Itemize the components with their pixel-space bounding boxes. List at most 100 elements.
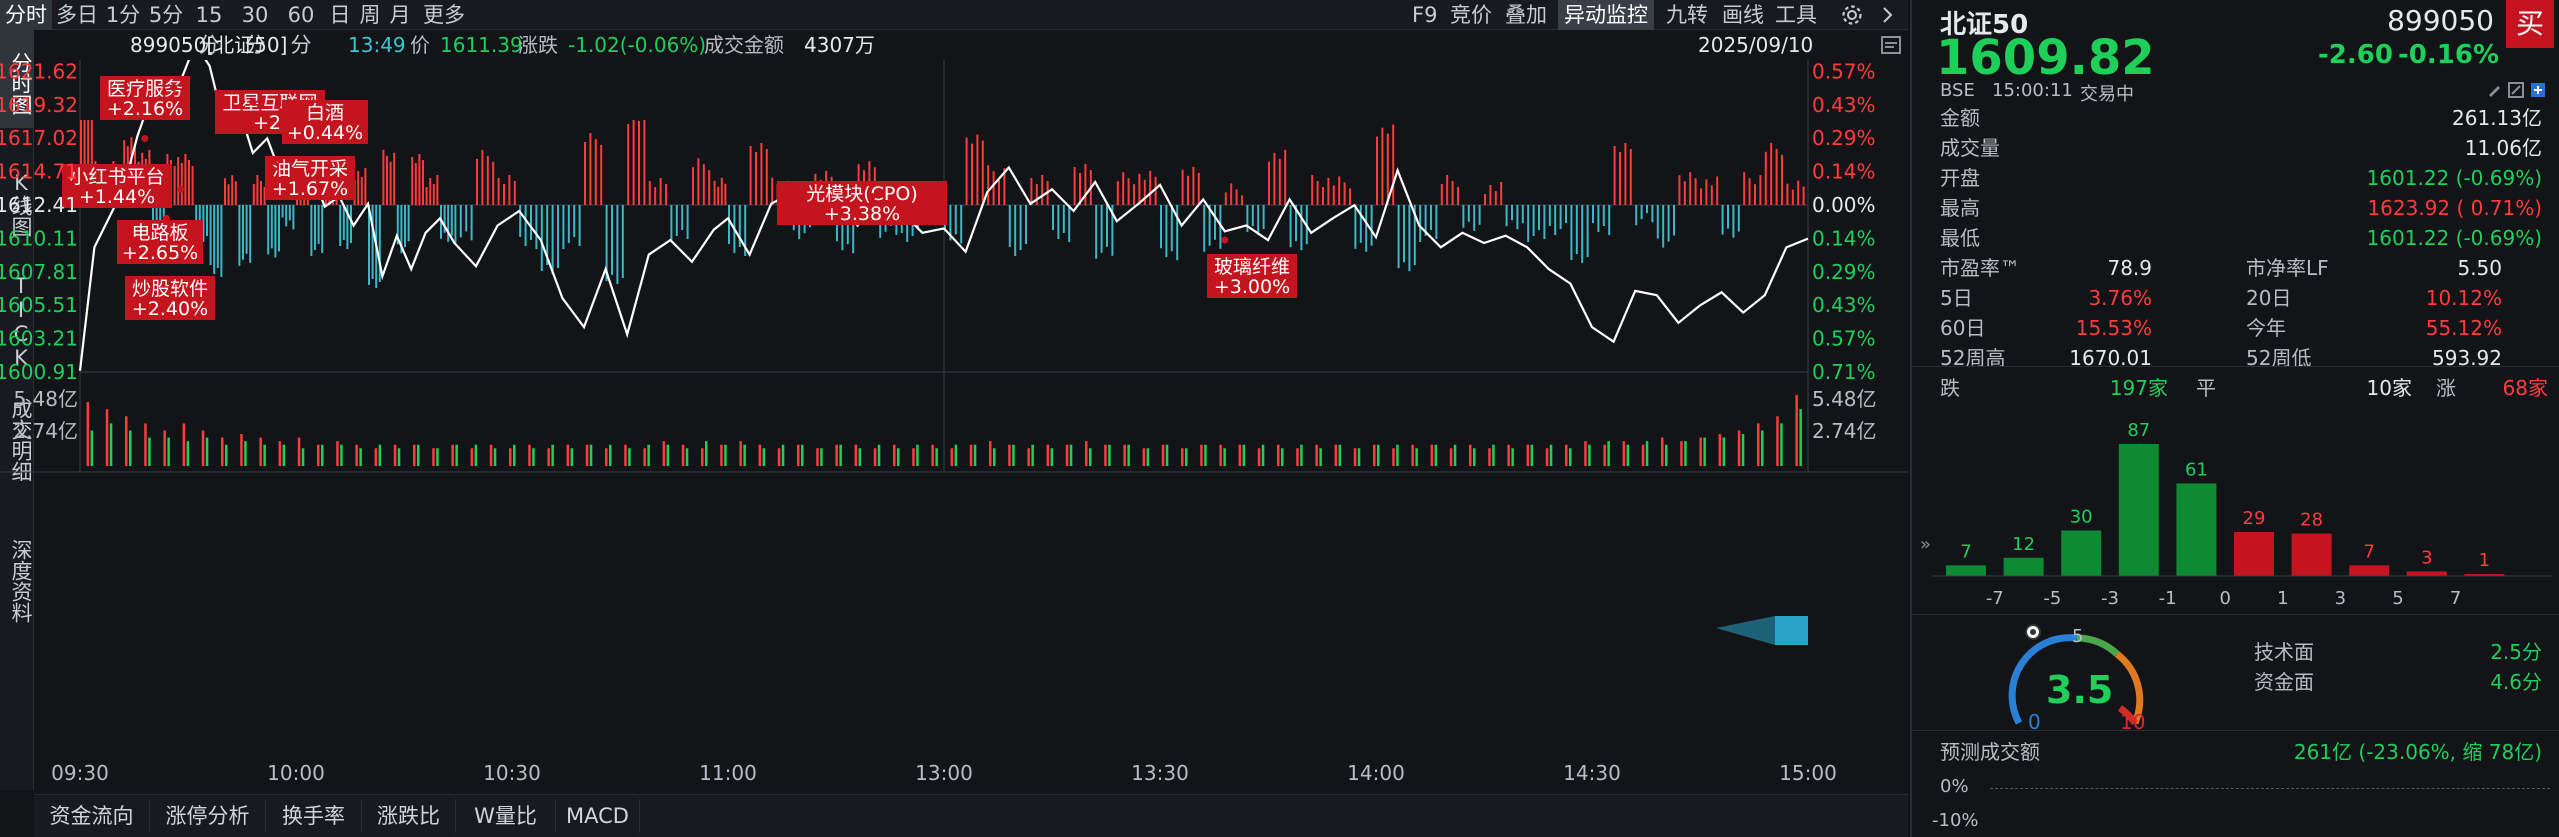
f9-button[interactable]: F9 xyxy=(1412,0,1437,30)
volume-bar xyxy=(1300,444,1303,466)
flow-bar xyxy=(1710,185,1713,205)
flow-bar xyxy=(1057,205,1060,239)
flow-bar xyxy=(573,205,576,237)
flow-bar xyxy=(530,205,532,240)
volume-bar xyxy=(474,444,478,466)
tab-limit-up-analysis[interactable]: 涨停分析 xyxy=(150,799,266,833)
edit-icon[interactable] xyxy=(2486,82,2502,102)
time-tick: 09:30 xyxy=(51,761,109,785)
flow-bar xyxy=(1251,205,1254,226)
index-code-name: 899050[北证50] xyxy=(130,33,288,57)
volume-bar xyxy=(935,448,938,466)
flow-bar xyxy=(492,161,495,205)
flow-bar xyxy=(1030,178,1033,205)
flow-bar xyxy=(1559,205,1562,229)
flow-bar xyxy=(1052,205,1054,230)
percent-tick: 0.29% xyxy=(1812,126,1876,150)
flow-bar xyxy=(1667,205,1670,242)
tab-60min[interactable]: 60分 xyxy=(278,0,324,57)
gauge-score: 3.5 xyxy=(2046,668,2114,712)
tab-week[interactable]: 周 xyxy=(356,0,384,30)
add-icon[interactable] xyxy=(2530,82,2546,102)
volume-bar xyxy=(1780,423,1783,466)
flow-bar xyxy=(1408,205,1411,272)
flow-bar xyxy=(224,178,226,205)
volume-bar xyxy=(835,444,838,466)
flow-bar xyxy=(432,184,435,205)
tab-day[interactable]: 日 xyxy=(326,0,354,30)
turnover-label: 成交金额 xyxy=(704,33,784,57)
stat-label: 成交量 xyxy=(1940,136,2000,160)
stat-label: 开盘 xyxy=(1940,166,1980,190)
flow-bar xyxy=(1160,205,1162,249)
flow-bar xyxy=(589,133,592,205)
volume-bar xyxy=(1411,444,1414,466)
tab-rise-fall-ratio[interactable]: 涨跌比 xyxy=(362,799,456,833)
settings-gear-icon[interactable] xyxy=(1840,0,1864,30)
flow-bar xyxy=(393,152,396,205)
flow-bar xyxy=(675,205,678,236)
intraday-chart[interactable]: 医疗服务+2.16% 卫星互联网+2. 白酒+0.44%小红书平台+1.44%油气开… xyxy=(0,60,1908,790)
tab-15min[interactable]: 15分 xyxy=(186,0,232,57)
rise-label: 涨 xyxy=(2436,376,2456,400)
exchange: BSE xyxy=(1940,80,1975,101)
flow-bar xyxy=(1629,149,1632,205)
flow-bar xyxy=(1019,205,1022,250)
flow-bar xyxy=(1673,205,1675,236)
nine-turn-button[interactable]: 九转 xyxy=(1666,0,1708,30)
volume-bar xyxy=(585,444,589,466)
time-tick: 10:00 xyxy=(267,761,325,785)
anomaly-monitor-button[interactable]: 异动监控 xyxy=(1558,0,1654,30)
volume-bar xyxy=(244,441,247,466)
tab-30min[interactable]: 30分 xyxy=(232,0,278,57)
change-label: 涨跌 xyxy=(518,33,558,57)
flow-bar xyxy=(1278,158,1281,205)
flow-bar xyxy=(1149,170,1152,205)
draw-line-button[interactable]: 画线 xyxy=(1722,0,1764,30)
flow-bar xyxy=(1176,205,1179,261)
volume-bar xyxy=(451,444,454,466)
volume-bar xyxy=(359,448,362,466)
flow-bar xyxy=(749,146,752,205)
flow-bar xyxy=(1170,205,1173,252)
volume-bar xyxy=(1795,395,1798,466)
tab-w-volume-ratio[interactable]: W量比 xyxy=(456,799,556,833)
flow-bar xyxy=(1565,205,1567,223)
index-code: 899050 xyxy=(2387,4,2494,37)
tab-month[interactable]: 月 xyxy=(386,0,414,30)
tab-macd[interactable]: MACD xyxy=(556,799,640,833)
tab-turnover-rate[interactable]: 换手率 xyxy=(266,799,362,833)
expand-icon[interactable] xyxy=(2508,82,2524,102)
volume-bar xyxy=(1526,444,1530,466)
flow-bar xyxy=(508,175,511,205)
volume-bar xyxy=(609,444,612,466)
overlay-button[interactable]: 叠加 xyxy=(1505,0,1547,30)
chevron-right-icon[interactable] xyxy=(1880,0,1896,30)
flow-bar xyxy=(1764,151,1767,205)
stat-label: 金额 xyxy=(1940,106,1980,130)
volume-bar xyxy=(1315,444,1318,466)
tab-multi-day[interactable]: 多日 xyxy=(54,0,100,30)
volume-bar xyxy=(931,444,934,466)
volume-bar xyxy=(1699,437,1702,466)
stat-value: 261.13亿 xyxy=(2452,106,2542,130)
auction-button[interactable]: 竞价 xyxy=(1450,0,1492,30)
flow-bar xyxy=(584,142,586,205)
tab-more[interactable]: 更多 xyxy=(418,0,470,30)
flow-bar xyxy=(659,178,662,205)
tab-intraday[interactable]: 分时 xyxy=(0,0,52,30)
volume-bar xyxy=(182,423,186,466)
distribution-bar-label: 30 xyxy=(2070,506,2093,527)
stat-label: 最高 xyxy=(1940,196,1980,220)
volume-bar xyxy=(1123,444,1126,466)
tools-button[interactable]: 工具 xyxy=(1775,0,1817,30)
volume-bar xyxy=(186,441,190,466)
volume-bar xyxy=(1569,448,1572,466)
tab-5min[interactable]: 5分 xyxy=(146,0,186,30)
tab-1min[interactable]: 1分 xyxy=(100,0,146,30)
volume-tick: 5.48亿 xyxy=(1812,387,1877,411)
tab-capital-flow[interactable]: 资金流向 xyxy=(34,799,150,833)
buy-button[interactable]: 买 xyxy=(2506,0,2554,48)
price-tick: 1612.41 xyxy=(0,193,78,217)
turnover-value: 4307万 xyxy=(804,33,875,57)
